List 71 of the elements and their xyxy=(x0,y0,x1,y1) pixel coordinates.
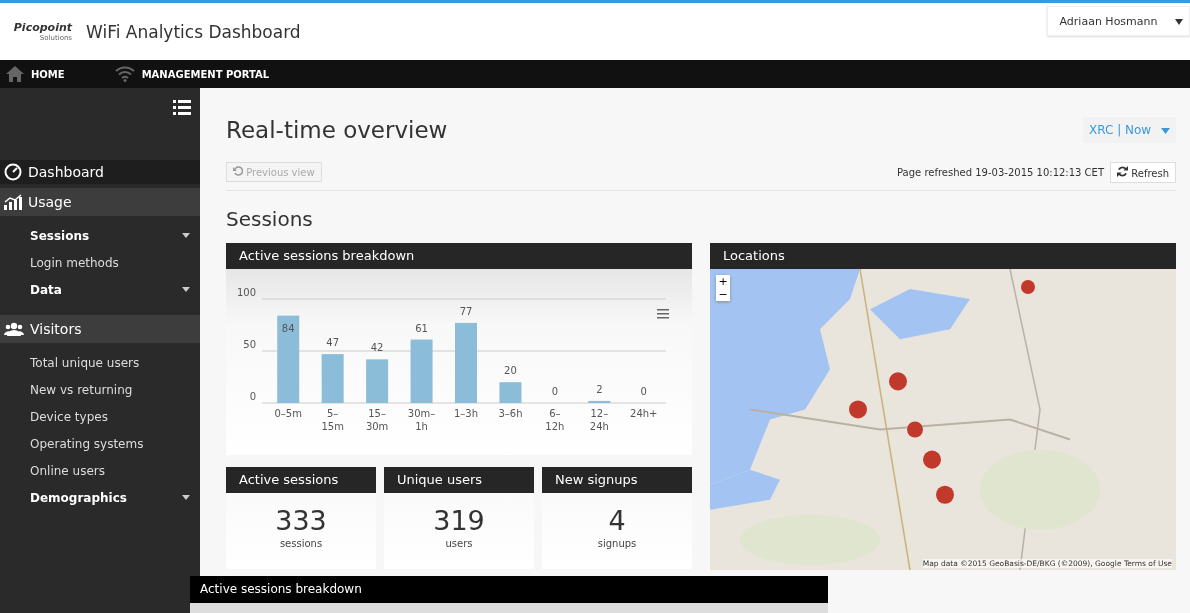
gauge-icon xyxy=(4,163,22,181)
bar xyxy=(321,354,344,403)
data-label: 0 xyxy=(640,386,647,397)
data-label: 20 xyxy=(504,365,517,377)
data-label: 42 xyxy=(370,342,384,354)
stat-unit: signups xyxy=(596,538,638,549)
zoom-out-button[interactable]: − xyxy=(716,288,730,301)
nav-link[interactable]: HOME xyxy=(6,66,65,82)
sidebar-item[interactable]: Total unique users xyxy=(0,349,200,376)
sidebar-item[interactable]: Demographics xyxy=(0,484,200,511)
axis-label: 6–12h xyxy=(545,408,565,432)
menu-icon[interactable] xyxy=(173,100,191,115)
sidebar-item[interactable]: Login methods xyxy=(0,249,200,276)
sidebar-item[interactable]: Online users xyxy=(0,457,200,484)
axis-label: 0–5m xyxy=(274,408,302,419)
axis-label: 1–3h xyxy=(453,408,479,419)
refresh-status: Page refreshed 19-03-2015 10:12:13 CET xyxy=(897,166,1105,178)
panel-header: Active sessions breakdown xyxy=(190,576,828,603)
sidebar-item[interactable]: Data xyxy=(0,276,200,303)
sidebar-item[interactable]: Operating systems xyxy=(0,430,200,457)
sidebar-item[interactable]: Device types xyxy=(0,403,200,430)
caret-icon xyxy=(1161,128,1170,134)
sidebar-section[interactable]: Usage xyxy=(0,188,200,216)
bar-chart-icon xyxy=(4,194,22,210)
axis-label: 30m–1h xyxy=(407,408,436,432)
zoom-in-button[interactable]: + xyxy=(716,275,730,288)
axis-label: 12–24h xyxy=(589,408,609,432)
wifi-icon xyxy=(114,66,135,82)
axis-tick: 100 xyxy=(236,287,256,298)
data-label: 61 xyxy=(415,322,428,334)
bar xyxy=(410,339,433,403)
home-icon xyxy=(6,66,24,82)
panel-header: New signups xyxy=(542,467,692,493)
panel-header: Unique users xyxy=(384,467,534,493)
axis-tick: 0 xyxy=(249,391,256,402)
axis-label: 5–15m xyxy=(321,408,344,432)
data-label: 84 xyxy=(281,322,295,334)
nav-link[interactable]: MANAGEMENT PORTAL xyxy=(114,66,270,82)
data-label: 0 xyxy=(551,386,559,397)
sidebar-section[interactable]: Dashboard xyxy=(0,160,200,184)
data-label: 47 xyxy=(326,337,340,349)
stat-value: 4 xyxy=(607,505,627,536)
axis-label: 3–6h xyxy=(498,408,523,419)
axis-label: 15–30m xyxy=(365,408,389,432)
panel-header: Active sessions breakdown xyxy=(226,243,692,269)
bar xyxy=(366,359,389,403)
stat-value: 319 xyxy=(432,505,486,536)
sidebar-section[interactable]: Visitors xyxy=(0,315,200,343)
refresh-icon xyxy=(1117,165,1129,177)
refresh-button[interactable]: Refresh xyxy=(1110,161,1176,183)
data-label: 77 xyxy=(459,305,473,317)
users-icon xyxy=(4,322,24,336)
caret-icon xyxy=(1175,18,1183,25)
app-title: WiFi Analytics Dashboard xyxy=(86,21,301,42)
bar xyxy=(499,382,522,403)
sidebar-item[interactable]: New vs returning xyxy=(0,376,200,403)
page-title: Real-time overview xyxy=(226,117,448,143)
sidebar-item[interactable]: Sessions xyxy=(0,222,200,249)
undo-icon xyxy=(233,166,243,176)
panel-header: Locations xyxy=(710,243,1176,269)
stat-unit: sessions xyxy=(278,538,324,549)
stat-value: 333 xyxy=(274,505,328,536)
data-label: 2 xyxy=(596,383,603,395)
axis-label: 24h+ xyxy=(630,408,658,419)
axis-tick: 50 xyxy=(243,339,256,350)
stat-unit: users xyxy=(444,538,474,549)
section-title: Sessions xyxy=(226,207,314,231)
user-menu[interactable]: Adriaan Hosmann xyxy=(1046,6,1190,36)
bar xyxy=(588,400,611,403)
chart-menu-icon[interactable] xyxy=(657,309,669,319)
panel-header: Active sessions xyxy=(226,467,376,493)
